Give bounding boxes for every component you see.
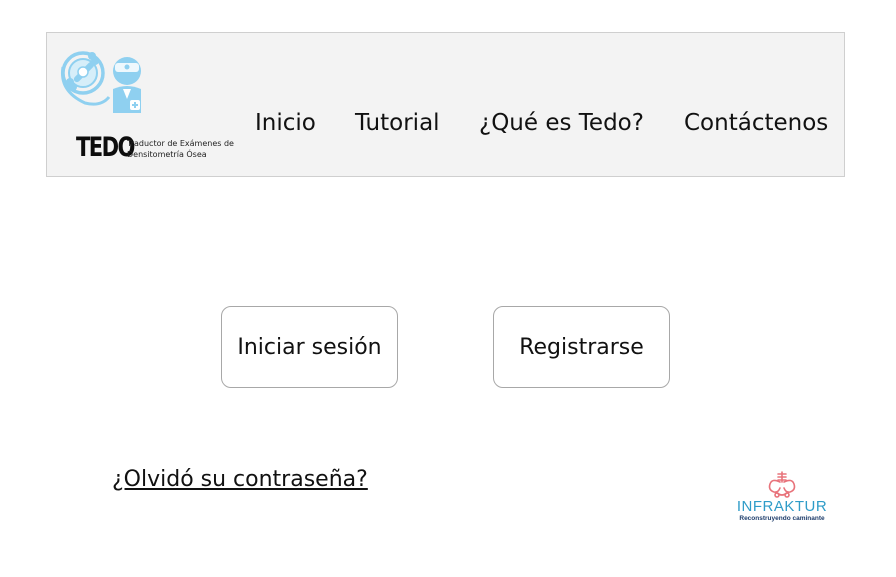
logo-tagline-line2: Densitometría Ósea — [127, 150, 207, 159]
brand-name: INFRAKTUR — [736, 498, 828, 515]
register-button[interactable]: Registrarse — [493, 306, 670, 388]
logo-tagline-line1: Traductor de Exámenes de — [127, 139, 234, 148]
bone-densitometry-logo-icon — [60, 51, 141, 113]
logo-tagline: Traductor de Exámenes de Densitometría Ó… — [127, 138, 252, 160]
nav-item-contactenos[interactable]: Contáctenos — [684, 107, 828, 139]
infraktur-brand: INFRAKTUR Reconstruyendo caminante — [728, 470, 836, 530]
nav-item-tutorial[interactable]: Tutorial — [355, 107, 440, 139]
nav-item-que-es-tedo[interactable]: ¿Qué es Tedo? — [479, 107, 644, 139]
site-header: TEDO Traductor de Exámenes de Densitomet… — [46, 32, 845, 177]
brand-tagline: Reconstruyendo caminante — [739, 515, 825, 522]
main-nav: Inicio Tutorial ¿Qué es Tedo? Contácteno… — [47, 107, 844, 139]
login-button[interactable]: Iniciar sesión — [221, 306, 398, 388]
forgot-password-link[interactable]: ¿Olvidó su contraseña? — [112, 467, 368, 492]
pelvis-icon — [768, 471, 796, 498]
nav-item-inicio[interactable]: Inicio — [255, 107, 316, 139]
